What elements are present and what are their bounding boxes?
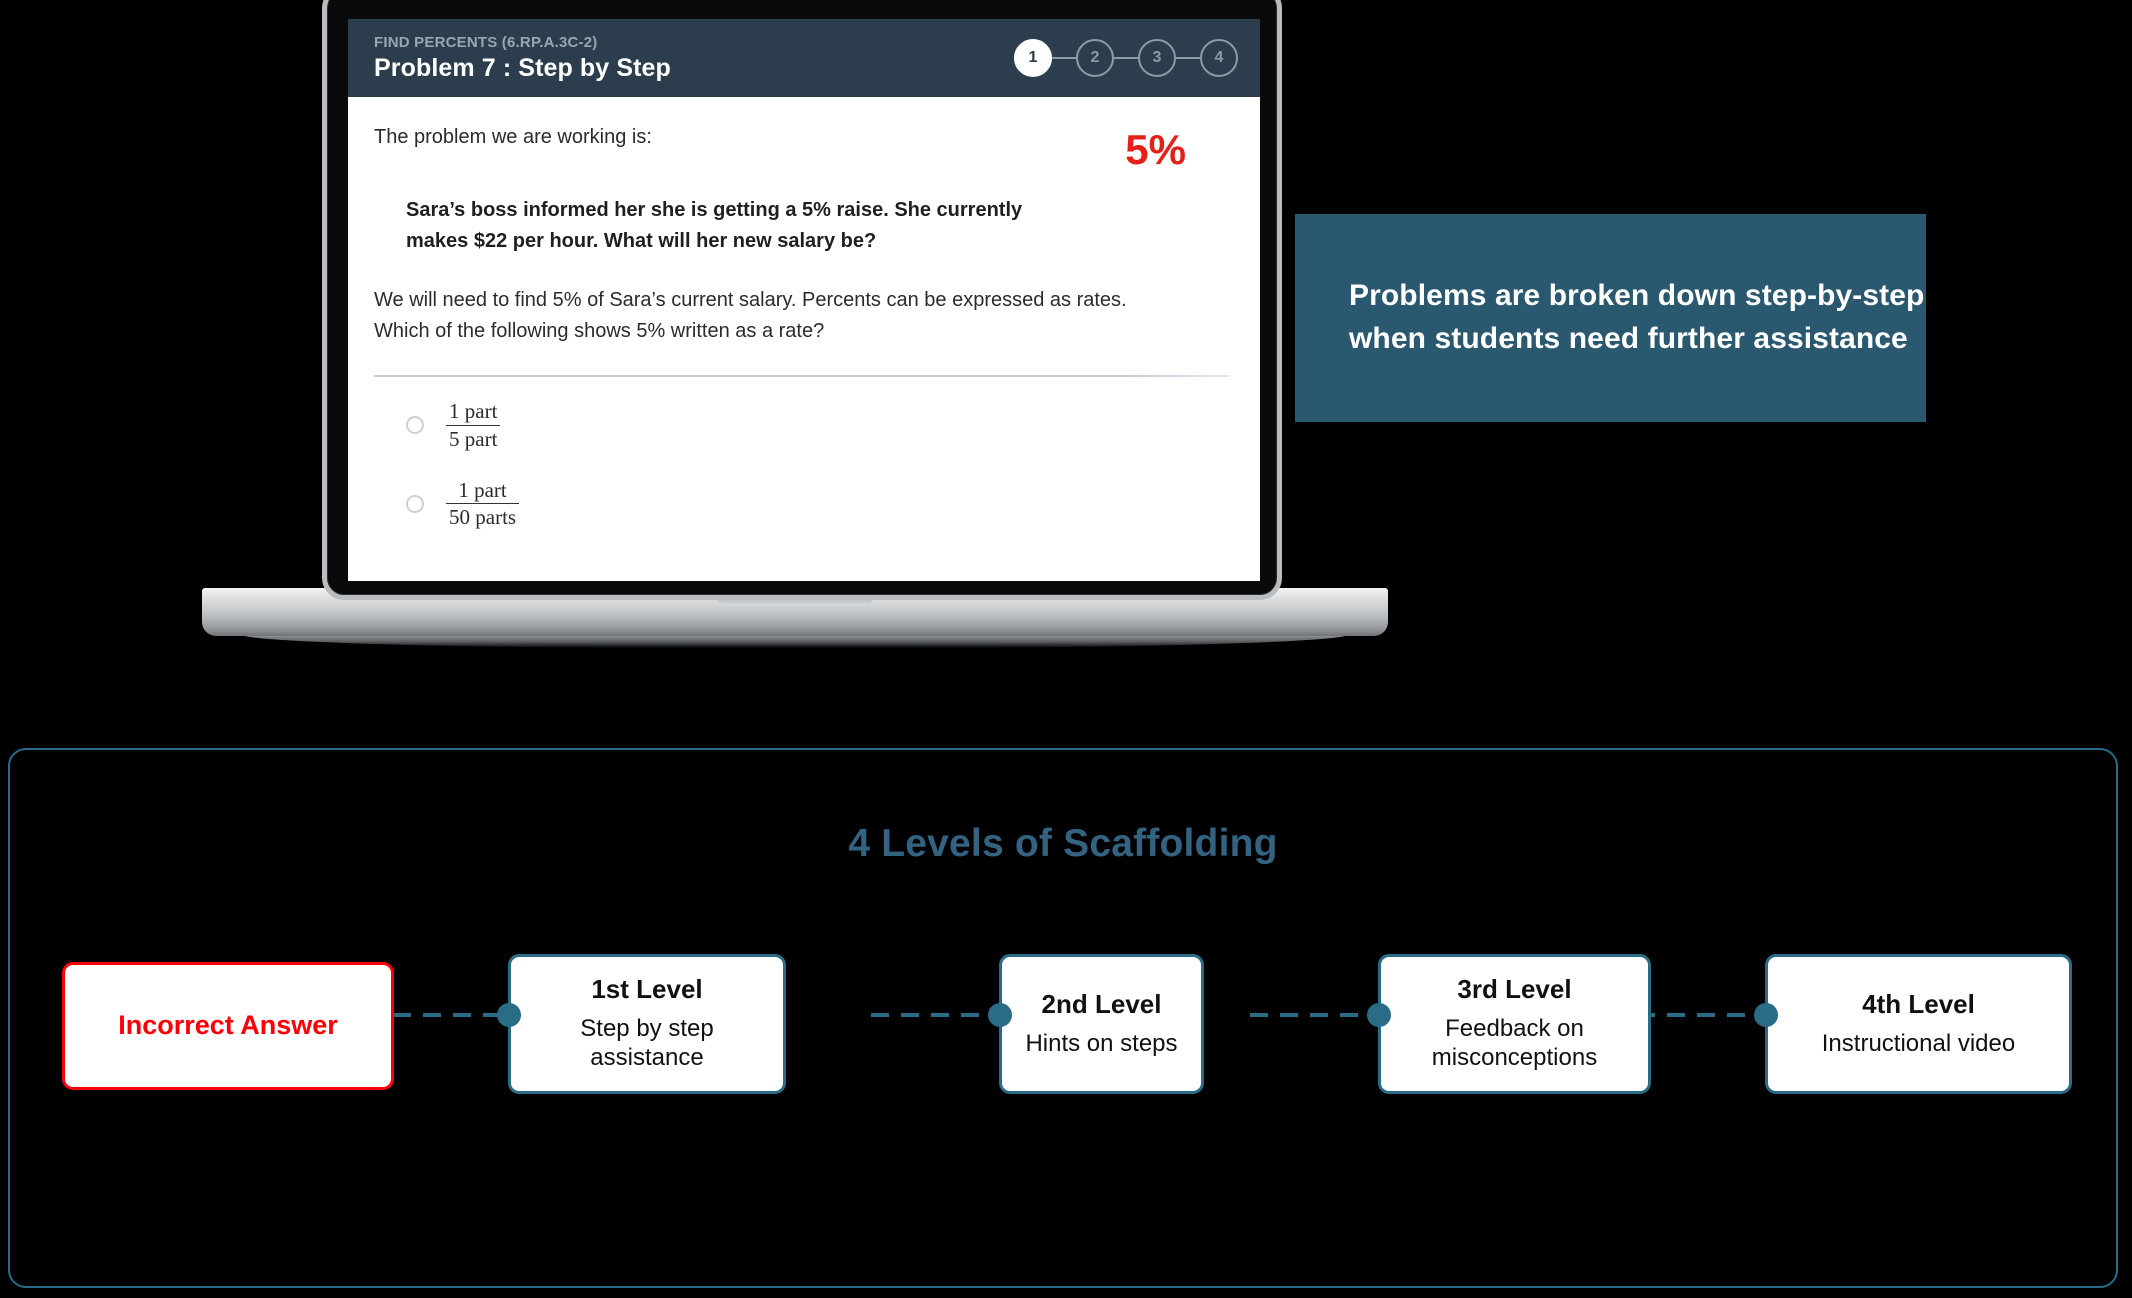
percent-badge: 5% xyxy=(1125,126,1186,173)
step-connector-1 xyxy=(1052,57,1076,59)
connector-dot-1 xyxy=(497,1003,521,1027)
flow-node-level-4[interactable]: 4th Level Instructional video xyxy=(1765,954,2072,1094)
fraction-2: 1 part 50 parts xyxy=(446,477,520,531)
problem-intro-row: The problem we are working is: 5% xyxy=(374,123,1234,171)
flow-node-title: Incorrect Answer xyxy=(118,1010,338,1041)
scaffolding-panel: 4 Levels of Scaffolding Incorrect Answer… xyxy=(8,748,2118,1288)
flow-node-level-3[interactable]: 3rd Level Feedback on misconceptions xyxy=(1378,954,1651,1094)
app-header: FIND PERCENTS (6.RP.A.3C-2) Problem 7 : … xyxy=(348,19,1260,97)
flow-node-level-1[interactable]: 1st Level Step by step assistance xyxy=(508,954,786,1094)
step-connector-2 xyxy=(1114,57,1138,59)
laptop-screen-bezel: FIND PERCENTS (6.RP.A.3C-2) Problem 7 : … xyxy=(322,0,1282,600)
content-divider xyxy=(374,375,1230,377)
flow-node-title: 2nd Level xyxy=(1041,988,1162,1019)
app-viewport: FIND PERCENTS (6.RP.A.3C-2) Problem 7 : … xyxy=(348,19,1260,581)
step-circle-2[interactable]: 2 xyxy=(1076,39,1114,77)
laptop-base-shadow xyxy=(240,634,1350,648)
flow-node-title: 3rd Level xyxy=(1457,974,1572,1005)
radio-button-icon[interactable] xyxy=(406,494,424,513)
flow-node-desc: Step by step assistance xyxy=(580,1015,714,1071)
header-titles: FIND PERCENTS (6.RP.A.3C-2) Problem 7 : … xyxy=(374,34,671,83)
standard-label: FIND PERCENTS (6.RP.A.3C-2) xyxy=(374,33,598,51)
flow-node-desc: Hints on steps xyxy=(1025,1029,1178,1057)
flow-node-desc: Instructional video xyxy=(1821,1029,2016,1057)
connector-dot-3 xyxy=(1367,1003,1391,1027)
fraction-1-denominator: 5 part xyxy=(446,424,501,452)
radio-button-icon[interactable] xyxy=(406,416,424,435)
flow-node-title: 4th Level xyxy=(1862,988,1975,1019)
step-indicator[interactable]: 1 2 3 4 xyxy=(1014,39,1238,77)
step-connector-3 xyxy=(1176,57,1200,59)
step-circle-1[interactable]: 1 xyxy=(1014,39,1052,77)
page-title: Problem 7 : Step by Step xyxy=(374,53,671,82)
fraction-1: 1 part 5 part xyxy=(446,399,501,452)
connector-dot-2 xyxy=(988,1003,1012,1027)
callout-text: Problems are broken down step-by-step wh… xyxy=(1349,279,1925,355)
connector-dot-4 xyxy=(1754,1003,1778,1027)
step-circle-4[interactable]: 4 xyxy=(1200,39,1238,77)
problem-statement-text: Sara’s boss informed her she is getting … xyxy=(406,199,1023,252)
step-circle-3[interactable]: 3 xyxy=(1138,39,1176,77)
flow-node-desc: Feedback on misconceptions xyxy=(1431,1015,1598,1071)
scaffolding-flow: Incorrect Answer 1st Level Step by step … xyxy=(10,750,2120,1290)
answer-choices: 1 part 5 part 1 part 50 parts xyxy=(374,399,1234,530)
flow-node-incorrect-answer[interactable]: Incorrect Answer xyxy=(62,962,394,1090)
app-body: The problem we are working is: 5% Sara’s… xyxy=(348,97,1260,530)
problem-question-text: We will need to find 5% of Sara’s curren… xyxy=(374,289,1127,342)
flow-node-level-2[interactable]: 2nd Level Hints on steps xyxy=(999,954,1204,1094)
callout-box: Problems are broken down step-by-step wh… xyxy=(1295,214,1926,422)
flow-node-title: 1st Level xyxy=(591,974,703,1005)
slide-canvas: FIND PERCENTS (6.RP.A.3C-2) Problem 7 : … xyxy=(0,0,2132,1298)
fraction-2-denominator: 50 parts xyxy=(446,503,520,530)
fraction-1-numerator: 1 part xyxy=(449,399,498,423)
problem-intro-text: The problem we are working is: xyxy=(374,126,652,148)
fraction-2-numerator: 1 part xyxy=(458,477,507,502)
answer-choice-1[interactable]: 1 part 5 part xyxy=(374,399,1234,452)
answer-choice-2[interactable]: 1 part 50 parts xyxy=(374,478,1234,531)
